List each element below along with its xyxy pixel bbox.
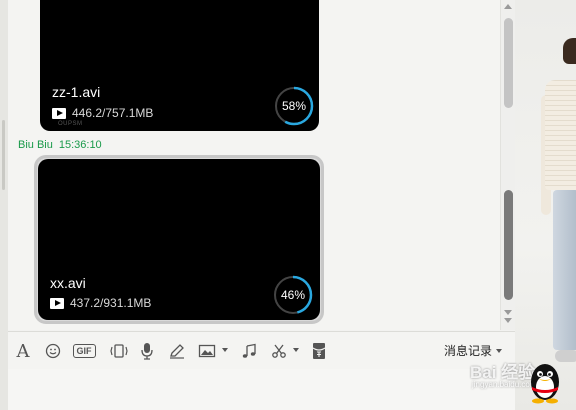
scroll-down-arrow-icon[interactable] [504,318,512,323]
voice-icon[interactable] [136,340,158,362]
transfer-progress: 58% [274,86,314,126]
message-history-label: 消息记录 [444,344,493,358]
handwrite-icon[interactable] [166,340,188,362]
music-icon[interactable] [238,340,260,362]
video-file-size: 437.2/931.1MB [50,296,151,310]
shake-icon[interactable] [108,340,130,362]
scroll-down-arrow-icon[interactable] [504,310,512,315]
video-file-name: zz-1.avi [52,84,101,100]
chevron-down-icon [496,348,503,353]
play-icon[interactable] [50,297,64,309]
image-dropdown-icon[interactable] [222,348,228,352]
video-file-name: xx.avi [50,275,86,291]
sender-time: 15:36:10 [58,139,102,151]
gif-icon[interactable]: GIF [70,340,98,362]
progress-percent: 46% [280,288,306,302]
font-icon[interactable]: A [12,340,34,362]
qq-penguin-icon [531,364,559,404]
scroll-up-arrow-icon[interactable] [504,4,512,9]
sender-line: Biu Biu 15:36:10 [18,139,102,151]
video-message-card[interactable]: zz-1.avi 446.2/757.1MB OUPSM 58% [40,0,319,131]
video-file-size: 446.2/757.1MB [52,106,153,120]
play-icon[interactable] [52,107,66,119]
figure-legs [553,190,576,350]
transfer-progress: 46% [273,275,313,315]
message-input[interactable] [8,369,515,410]
screenshot-icon[interactable] [268,340,290,362]
emoji-icon[interactable] [42,340,64,362]
progress-percent: 58% [281,99,307,113]
scrollbar-thumb[interactable] [504,190,513,300]
red-packet-icon[interactable] [308,340,330,362]
video-size-text: 437.2/931.1MB [70,296,152,310]
resize-grip[interactable] [2,120,5,190]
chat-toolbar: A GIF 消息记录 [8,331,515,369]
message-history-button[interactable]: 消息记录 [444,342,503,359]
background-illustration [515,0,576,410]
image-icon[interactable] [196,340,218,362]
scrollbar-track-highlight [504,18,513,108]
video-size-text: 446.2/757.1MB [72,106,154,120]
screenshot-dropdown-icon[interactable] [293,348,299,352]
figure-body [545,80,576,190]
baidu-watermark-url: jingyan.baidu.com [472,380,537,389]
video-watermark: OUPSM [58,121,83,127]
video-message-card[interactable]: xx.avi 437.2/931.1MB 46% [38,159,320,320]
figure-head [563,38,576,64]
sender-name[interactable]: Biu Biu [18,139,53,151]
chat-history[interactable]: zz-1.avi 446.2/757.1MB OUPSM 58% Biu Biu… [8,0,500,330]
window-edge [0,0,8,410]
chat-scrollbar[interactable] [500,0,515,330]
